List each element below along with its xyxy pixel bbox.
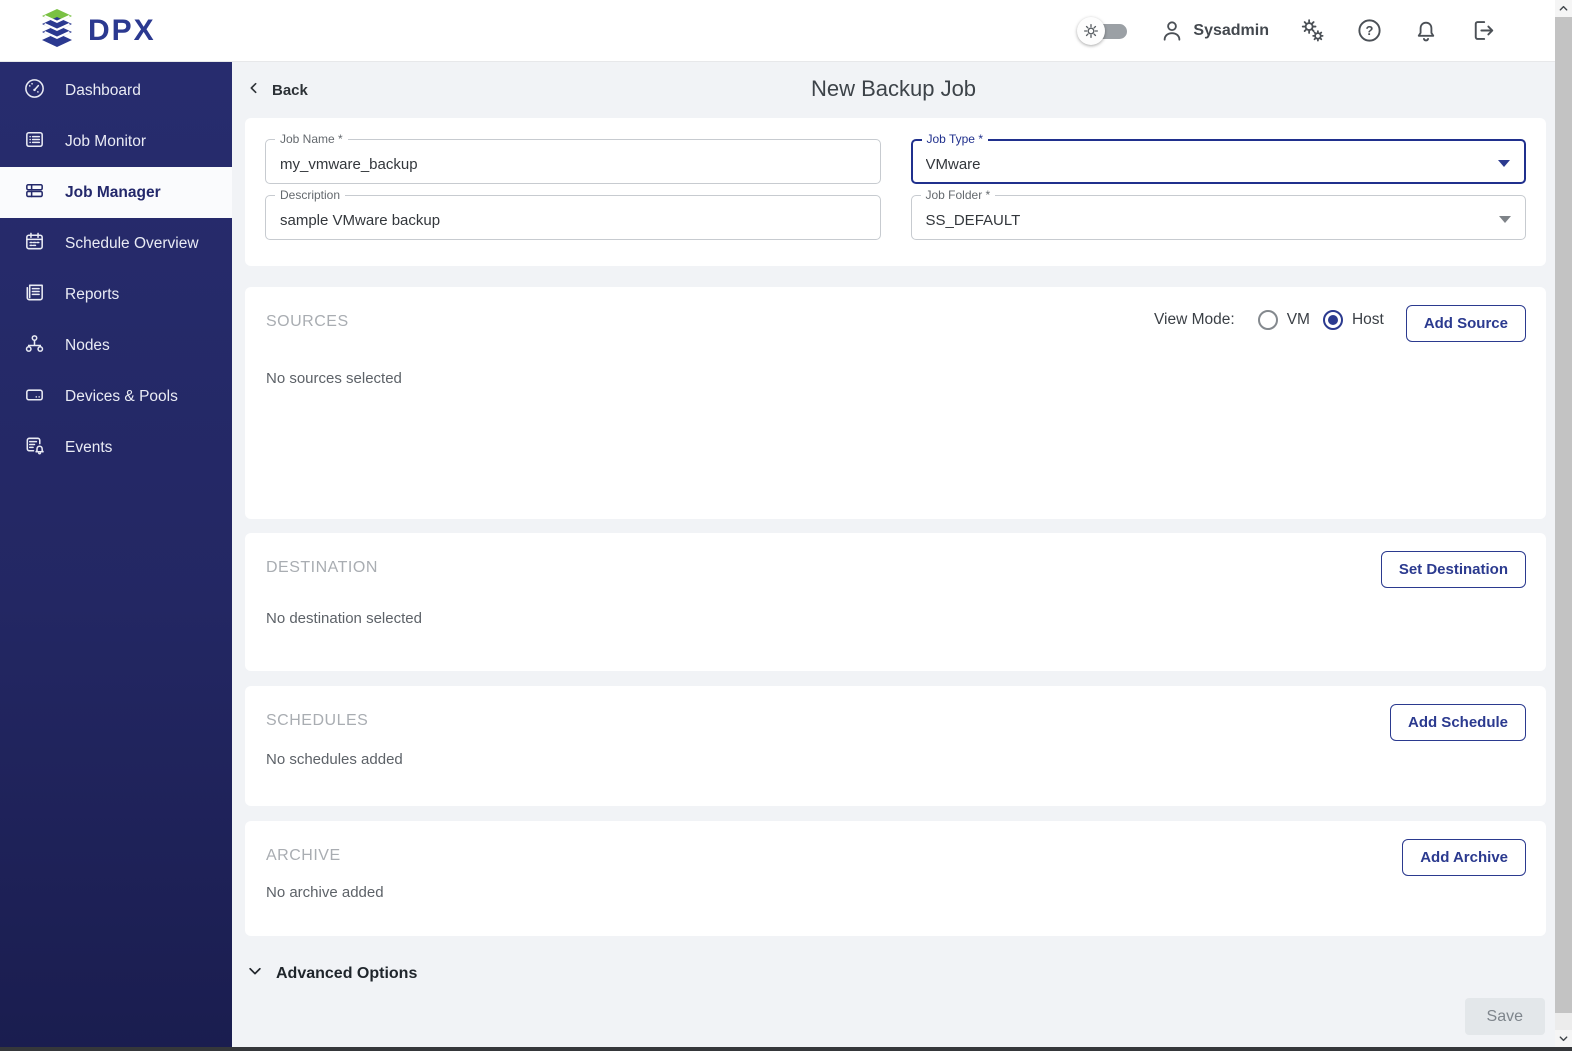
job-type-value: VMware — [926, 156, 981, 173]
job-folder-value: SS_DEFAULT — [926, 212, 1021, 229]
schedules-title: SCHEDULES — [266, 704, 368, 730]
logo-wordmark: DPX — [88, 14, 156, 48]
destination-title: DESTINATION — [266, 551, 378, 577]
description-value: sample VMware backup — [280, 212, 440, 229]
radio-host-label: Host — [1352, 311, 1384, 329]
job-type-select[interactable]: Job Type * VMware — [911, 139, 1527, 184]
job-details-right-column: Job Type * VMware Job Folder * SS_DEFAUL… — [911, 139, 1527, 266]
schedules-section: SCHEDULES Add Schedule No schedules adde… — [245, 686, 1546, 806]
dpx-logo: DPX — [36, 6, 156, 55]
sidebar-item-label: Reports — [65, 286, 119, 304]
sidebar-item-dashboard[interactable]: Dashboard — [0, 65, 232, 116]
settings-toggle[interactable] — [1077, 17, 1129, 45]
job-name-label: Job Name * — [275, 132, 348, 146]
dpx-logo-icon — [36, 6, 78, 55]
user-icon — [1159, 18, 1185, 44]
top-header: DPX Sysadmin — [0, 0, 1572, 62]
advanced-options-label: Advanced Options — [276, 965, 417, 983]
user-name: Sysadmin — [1193, 22, 1269, 40]
page-title: New Backup Job — [232, 76, 1555, 102]
sidebar-item-label: Schedule Overview — [65, 235, 199, 253]
radio-vm-label: VM — [1287, 311, 1310, 329]
add-schedule-button[interactable]: Add Schedule — [1390, 704, 1526, 741]
save-row: Save — [232, 998, 1545, 1035]
job-name-field[interactable]: Job Name * my_vmware_backup — [265, 139, 881, 184]
sidebar-item-nodes[interactable]: Nodes — [0, 320, 232, 371]
main-content: Back New Backup Job Job Name * my_vmware… — [232, 62, 1555, 1051]
sources-section: SOURCES View Mode: VM Host Add Source — [245, 287, 1546, 519]
sidebar-item-label: Nodes — [65, 337, 110, 355]
sources-empty-text: No sources selected — [266, 370, 1526, 387]
radio-host-icon — [1323, 310, 1343, 330]
archive-empty-text: No archive added — [266, 884, 1526, 901]
sidebar-item-job-monitor[interactable]: Job Monitor — [0, 116, 232, 167]
set-destination-button[interactable]: Set Destination — [1381, 551, 1526, 588]
app-window: DPX Sysadmin — [0, 0, 1572, 1051]
sources-title: SOURCES — [266, 305, 349, 331]
dropdown-caret-icon — [1498, 160, 1510, 167]
gear-icon — [1077, 17, 1105, 45]
window-bottom-edge — [0, 1047, 1572, 1051]
calendar-icon — [23, 230, 46, 258]
radio-vm-icon — [1258, 310, 1278, 330]
job-details-card: Job Name * my_vmware_backup Description … — [245, 118, 1546, 266]
header-actions: Sysadmin ? — [1077, 17, 1496, 45]
sidebar-item-label: Events — [65, 439, 112, 457]
archive-section: ARCHIVE Add Archive No archive added — [245, 821, 1546, 936]
job-folder-label: Job Folder * — [921, 188, 996, 202]
sidebar-item-label: Dashboard — [65, 82, 141, 100]
destination-empty-text: No destination selected — [266, 610, 1526, 627]
destination-section: DESTINATION Set Destination No destinati… — [245, 533, 1546, 671]
job-manager-rows-icon — [23, 179, 46, 207]
archive-title: ARCHIVE — [266, 839, 341, 865]
schedules-empty-text: No schedules added — [266, 751, 1526, 768]
hard-drive-icon — [23, 383, 46, 411]
advanced-options-toggle[interactable]: Advanced Options — [246, 962, 1555, 985]
user-menu[interactable]: Sysadmin — [1159, 18, 1269, 44]
sidebar-item-devices-pools[interactable]: Devices & Pools — [0, 371, 232, 422]
scrollbar-thumb[interactable] — [1555, 17, 1572, 1013]
save-button[interactable]: Save — [1465, 998, 1545, 1035]
chevron-down-icon — [246, 962, 264, 985]
job-type-label: Job Type * — [922, 132, 988, 146]
vertical-scrollbar[interactable] — [1555, 0, 1572, 1047]
scroll-down-icon[interactable] — [1555, 1030, 1572, 1047]
view-mode-label: View Mode: — [1154, 311, 1235, 329]
add-archive-button[interactable]: Add Archive — [1402, 839, 1526, 876]
sidebar-nav: Dashboard Job Monitor Job Manager — [0, 62, 232, 1051]
page-header-row: Back New Backup Job — [232, 62, 1555, 118]
svg-text:?: ? — [1366, 23, 1374, 38]
job-folder-select[interactable]: Job Folder * SS_DEFAULT — [911, 195, 1527, 240]
sidebar-item-label: Job Manager — [65, 184, 161, 202]
sidebar-item-events[interactable]: Events — [0, 422, 232, 473]
description-label: Description — [275, 188, 345, 202]
logout-icon[interactable] — [1469, 17, 1496, 44]
notifications-icon[interactable] — [1413, 18, 1439, 44]
description-field[interactable]: Description sample VMware backup — [265, 195, 881, 240]
settings-gears-icon[interactable] — [1299, 17, 1326, 44]
view-mode-radio-vm[interactable]: VM — [1258, 310, 1310, 330]
reports-newspaper-icon — [23, 281, 46, 309]
job-monitor-list-icon — [23, 128, 46, 156]
view-mode-radio-host[interactable]: Host — [1323, 310, 1384, 330]
sidebar-item-reports[interactable]: Reports — [0, 269, 232, 320]
sidebar-item-job-manager[interactable]: Job Manager — [0, 167, 232, 218]
sidebar-item-schedule-overview[interactable]: Schedule Overview — [0, 218, 232, 269]
help-icon[interactable]: ? — [1356, 17, 1383, 44]
sidebar-item-label: Devices & Pools — [65, 388, 178, 406]
job-name-value: my_vmware_backup — [280, 156, 418, 173]
nodes-sitemap-icon — [23, 332, 46, 360]
view-mode-group: View Mode: VM Host — [1154, 305, 1384, 330]
events-list-bell-icon — [23, 434, 46, 462]
add-source-button[interactable]: Add Source — [1406, 305, 1526, 342]
job-details-left-column: Job Name * my_vmware_backup Description … — [265, 139, 881, 266]
scroll-up-icon[interactable] — [1555, 0, 1572, 17]
dashboard-gauge-icon — [23, 77, 46, 105]
dropdown-caret-icon — [1499, 216, 1511, 223]
sidebar-item-label: Job Monitor — [65, 133, 146, 151]
